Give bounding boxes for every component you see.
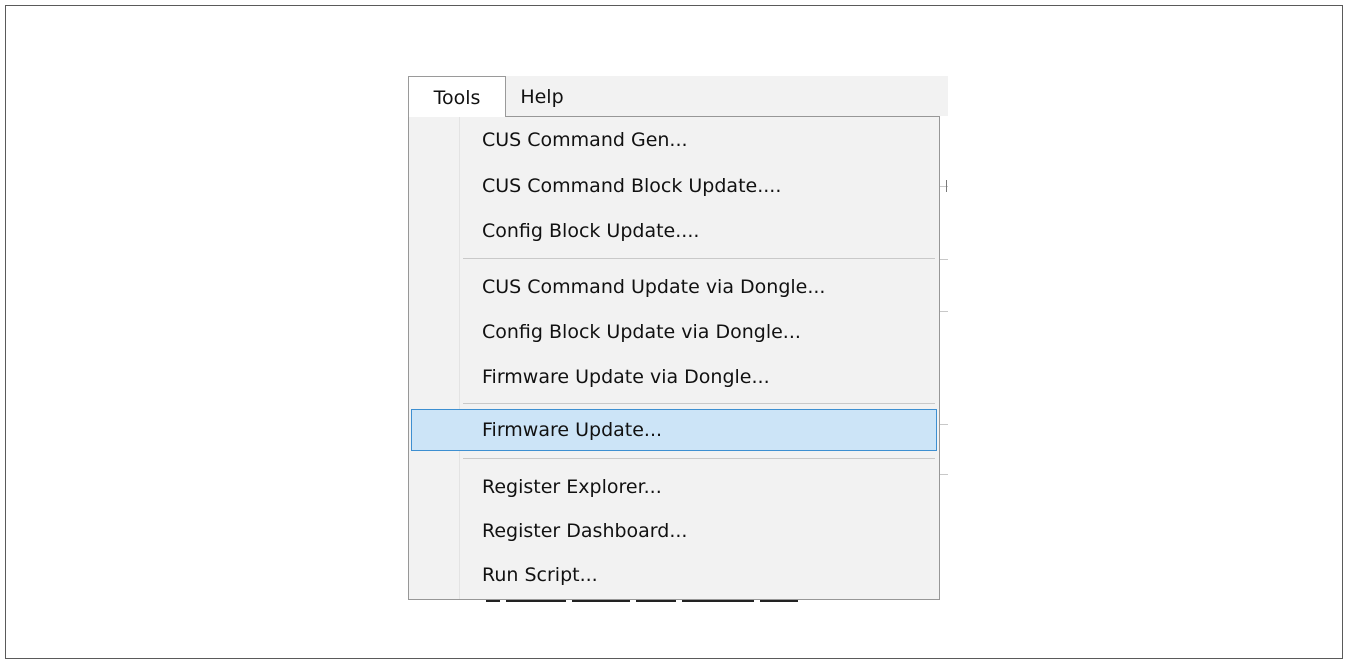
menu-item-firmware-update[interactable]: Firmware Update... xyxy=(411,409,937,451)
menu-item-run-script[interactable]: Run Script... xyxy=(411,554,937,596)
menu-item-config-block-update[interactable]: Config Block Update.... xyxy=(411,210,937,252)
background-divider xyxy=(940,259,948,260)
background-divider xyxy=(940,474,948,475)
menu-item-cus-command-update-via-dongle[interactable]: CUS Command Update via Dongle... xyxy=(411,266,937,308)
menu-separator xyxy=(463,403,935,404)
menu-item-register-explorer[interactable]: Register Explorer... xyxy=(411,466,937,508)
background-divider xyxy=(946,180,947,192)
menu-tools[interactable]: Tools xyxy=(408,76,506,117)
menu-separator xyxy=(463,458,935,459)
background-divider xyxy=(940,311,948,312)
menu-bar: Tools Help xyxy=(408,76,948,117)
background-divider xyxy=(940,424,948,425)
menu-item-firmware-update-via-dongle[interactable]: Firmware Update via Dongle... xyxy=(411,356,937,398)
menu-separator xyxy=(463,258,935,259)
menu-item-cus-command-gen[interactable]: CUS Command Gen... xyxy=(411,119,937,161)
tools-dropdown-menu: CUS Command Gen... CUS Command Block Upd… xyxy=(408,116,940,600)
menu-help[interactable]: Help xyxy=(508,76,576,116)
menu-item-register-dashboard[interactable]: Register Dashboard... xyxy=(411,510,937,552)
menu-item-cus-command-block-update[interactable]: CUS Command Block Update.... xyxy=(411,165,937,207)
menu-item-config-block-update-via-dongle[interactable]: Config Block Update via Dongle... xyxy=(411,311,937,353)
